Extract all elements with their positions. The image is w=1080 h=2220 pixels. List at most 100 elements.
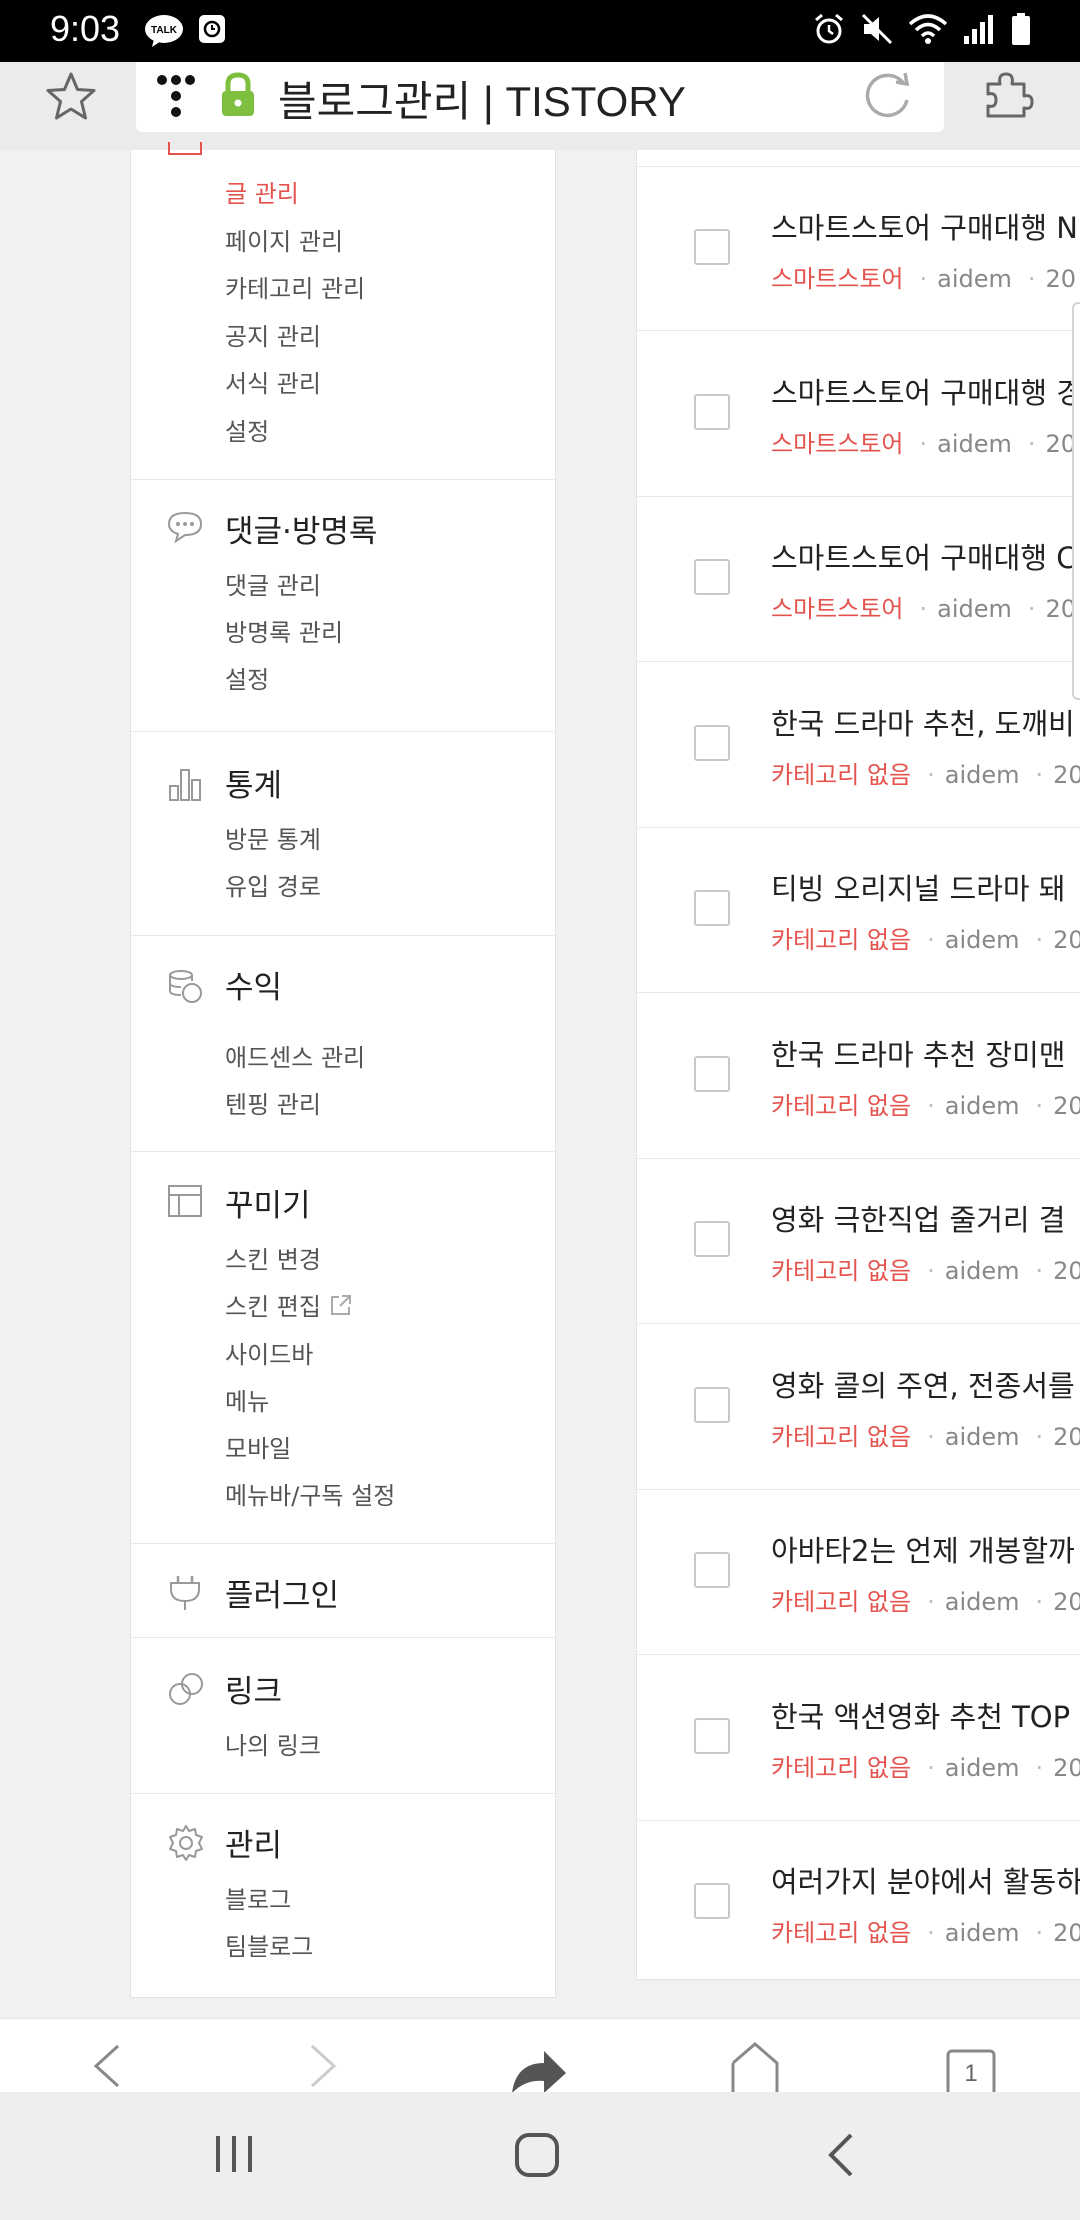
post-meta: 스마트스토어 · aidem · 20 <box>771 589 1076 624</box>
post-category[interactable]: 카테고리 없음 <box>771 1423 911 1451</box>
post-row[interactable]: 스마트스토어 구매대행 C 스마트스토어 · aidem · 20 <box>637 497 1080 662</box>
meta-separator: · <box>1035 1091 1044 1120</box>
post-title[interactable]: 영화 콜의 주연, 전종서를 <box>771 1363 1075 1405</box>
post-checkbox[interactable] <box>694 229 730 265</box>
menu-item-skin-change[interactable]: 스킨 변경 <box>225 1240 321 1275</box>
post-checkbox[interactable] <box>694 393 730 430</box>
address-bar[interactable]: 블로그관리 | TISTORY <box>136 62 944 132</box>
menu-item-post-settings[interactable]: 설정 <box>225 412 269 447</box>
share-icon[interactable] <box>508 2049 568 2097</box>
post-row[interactable]: 여러가지 분야에서 활동하카테고리 없음 · aidem · 20 <box>637 1821 1080 1979</box>
post-title[interactable]: 한국 드라마 추천, 도깨비 <box>771 701 1075 743</box>
post-checkbox[interactable] <box>694 890 730 926</box>
menu-item-tenping[interactable]: 텐핑 관리 <box>225 1085 321 1120</box>
scrollbar-thumb[interactable] <box>1072 302 1080 700</box>
post-category[interactable]: 카테고리 없음 <box>771 1588 911 1616</box>
menu-item-comment-settings[interactable]: 설정 <box>225 660 269 695</box>
menu-item-mobile[interactable]: 모바일 <box>225 1429 291 1464</box>
post-row[interactable]: 영화 극한직업 줄거리 결카테고리 없음 · aidem · 20 <box>637 1159 1080 1324</box>
post-title[interactable]: 한국 액션영화 추천 TOP <box>771 1694 1070 1736</box>
menu-title-link[interactable]: 링크 <box>225 1666 282 1711</box>
menu-item-visit-stats[interactable]: 방문 통계 <box>225 820 321 855</box>
post-category[interactable]: 카테고리 없음 <box>771 1257 911 1285</box>
status-icons <box>812 12 1032 46</box>
menu-item-menubar-subscribe[interactable]: 메뉴바/구독 설정 <box>225 1476 395 1511</box>
post-checkbox[interactable] <box>694 1717 730 1754</box>
home-nav-icon[interactable] <box>514 2132 560 2182</box>
post-category[interactable]: 스마트스토어 <box>771 595 903 623</box>
home-icon[interactable] <box>730 2041 780 2097</box>
menu-item-blog[interactable]: 블로그 <box>225 1880 291 1915</box>
post-category[interactable]: 카테고리 없음 <box>771 1919 911 1947</box>
post-title[interactable]: 티빙 오리지널 드라마 돼 <box>771 866 1065 908</box>
post-category[interactable]: 스마트스토어 <box>771 430 903 458</box>
menu-item-post-manage[interactable]: 글 관리 <box>225 174 299 209</box>
menu-item-team-blog[interactable]: 팀블로그 <box>225 1927 313 1962</box>
post-checkbox[interactable] <box>694 1055 730 1092</box>
menu-item-adsense[interactable]: 애드센스 관리 <box>225 1038 365 1073</box>
menu-item-category-manage[interactable]: 카테고리 관리 <box>225 269 365 304</box>
extension-puzzle-icon[interactable] <box>980 66 1036 126</box>
post-author: aidem <box>937 429 1012 458</box>
post-checkbox[interactable] <box>694 1386 730 1423</box>
post-checkbox[interactable] <box>694 1221 730 1257</box>
menu-item-guestbook-manage[interactable]: 방명록 관리 <box>225 613 343 648</box>
bookmark-star-icon[interactable] <box>44 70 98 124</box>
menu-item-sidebar[interactable]: 사이드바 <box>225 1335 313 1370</box>
tabs-button[interactable]: 1 <box>946 2049 996 2103</box>
post-checkbox[interactable] <box>694 1552 730 1588</box>
post-category[interactable]: 스마트스토어 <box>771 265 903 293</box>
menu-item-page-manage[interactable]: 페이지 관리 <box>225 222 343 257</box>
meta-separator: · <box>927 1588 935 1616</box>
meta-separator: · <box>927 760 935 789</box>
post-category[interactable]: 카테고리 없음 <box>771 1754 911 1782</box>
post-title[interactable]: 스마트스토어 구매대행 N <box>771 205 1078 247</box>
menu-section-admin: 관리 블로그 팀블로그 <box>131 1794 555 1998</box>
post-title[interactable]: 한국 드라마 추천 장미맨 <box>771 1032 1065 1074</box>
menu-item-referrer[interactable]: 유입 경로 <box>225 867 321 902</box>
post-row[interactable]: 티빙 오리지널 드라마 돼카테고리 없음 · aidem · 20 <box>637 828 1080 993</box>
menu-title-revenue[interactable]: 수익 <box>225 962 282 1007</box>
post-row[interactable]: 한국 드라마 추천 장미맨카테고리 없음 · aidem · 20 <box>637 994 1080 1159</box>
post-title[interactable]: 영화 극한직업 줄거리 결 <box>771 1197 1065 1239</box>
post-checkbox[interactable] <box>694 1883 730 1919</box>
post-title[interactable]: 스마트스토어 구매대행 C <box>771 535 1077 577</box>
menu-item-template-manage[interactable]: 서식 관리 <box>225 364 321 399</box>
forward-arrow-icon[interactable] <box>308 2043 338 2093</box>
layout-icon <box>167 1184 203 1222</box>
lock-icon <box>220 72 256 122</box>
post-row[interactable]: 스마트스토어 구매대행 N 스마트스토어 · aidem · 20 <box>637 166 1080 331</box>
post-row[interactable]: 한국 액션영화 추천 TOP 카테고리 없음 · aidem · 20 <box>637 1656 1080 1821</box>
back-arrow-icon[interactable] <box>92 2043 122 2093</box>
post-author: aidem <box>944 1257 1020 1285</box>
post-category[interactable]: 카테고리 없음 <box>771 761 911 789</box>
post-category[interactable]: 카테고리 없음 <box>771 1092 911 1120</box>
post-checkbox[interactable] <box>694 724 730 761</box>
menu-title-stats[interactable]: 통계 <box>225 760 282 805</box>
post-row[interactable]: 스마트스토어 구매대행 경 스마트스토어 · aidem · 20 <box>637 332 1080 497</box>
menu-item-comment-manage[interactable]: 댓글 관리 <box>225 566 321 601</box>
meta-separator: · <box>927 1422 935 1451</box>
menu-item-menu[interactable]: 메뉴 <box>225 1382 269 1417</box>
menu-item-my-links[interactable]: 나의 링크 <box>225 1726 321 1761</box>
post-row[interactable]: 영화 콜의 주연, 전종서를카테고리 없음 · aidem · 20 <box>637 1325 1080 1490</box>
recent-apps-icon[interactable] <box>212 2134 256 2178</box>
post-title[interactable]: 스마트스토어 구매대행 경 <box>771 370 1080 412</box>
meta-separator: · <box>927 1919 935 1947</box>
menu-item-notice-manage[interactable]: 공지 관리 <box>225 317 321 352</box>
menu-title-admin[interactable]: 관리 <box>225 1820 282 1865</box>
post-row[interactable]: 아바타2는 언제 개봉할까카테고리 없음 · aidem · 20 <box>637 1490 1080 1655</box>
back-nav-icon[interactable] <box>826 2132 856 2182</box>
reload-icon[interactable] <box>860 68 914 128</box>
post-category[interactable]: 카테고리 없음 <box>771 926 911 954</box>
menu-title-plugin[interactable]: 플러그인 <box>225 1570 339 1615</box>
post-checkbox[interactable] <box>694 559 730 595</box>
post-title[interactable]: 아바타2는 언제 개봉할까 <box>771 1528 1075 1570</box>
post-date: 20 <box>1053 1753 1080 1782</box>
meta-separator: · <box>927 926 935 954</box>
post-title[interactable]: 여러가지 분야에서 활동하 <box>771 1859 1080 1901</box>
menu-title-comments[interactable]: 댓글·방명록 <box>225 506 377 551</box>
menu-item-skin-edit[interactable]: 스킨 편집 <box>225 1287 353 1323</box>
post-row[interactable]: 한국 드라마 추천, 도깨비카테고리 없음 · aidem · 20 <box>637 663 1080 828</box>
menu-title-design[interactable]: 꾸미기 <box>225 1180 311 1225</box>
